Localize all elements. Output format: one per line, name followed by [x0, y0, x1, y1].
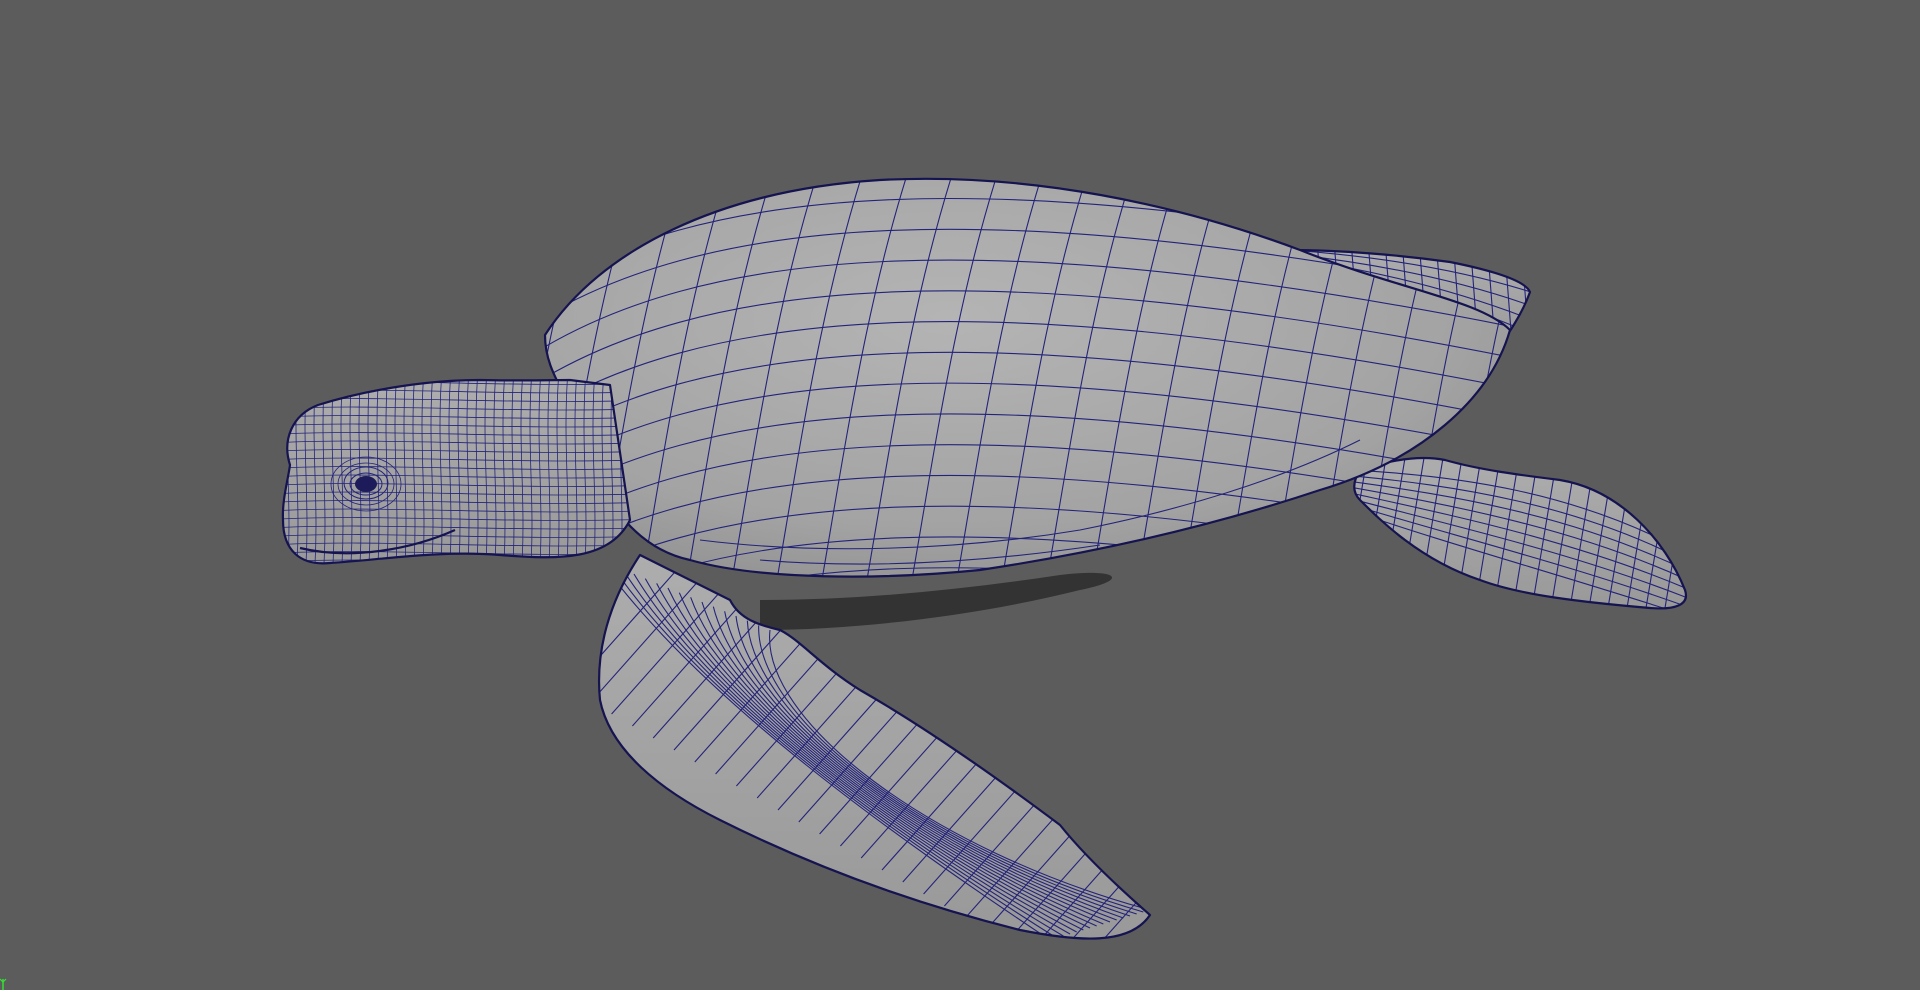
mesh-head: [281, 378, 632, 565]
mesh-front-flipper: [597, 553, 1152, 940]
turtle-mesh-render[interactable]: [0, 0, 1920, 990]
axis-y-icon: [0, 978, 7, 990]
mesh-rear-flipper: [1353, 456, 1688, 610]
3d-viewport[interactable]: [0, 0, 1920, 990]
mesh-shadow: [760, 572, 1113, 630]
